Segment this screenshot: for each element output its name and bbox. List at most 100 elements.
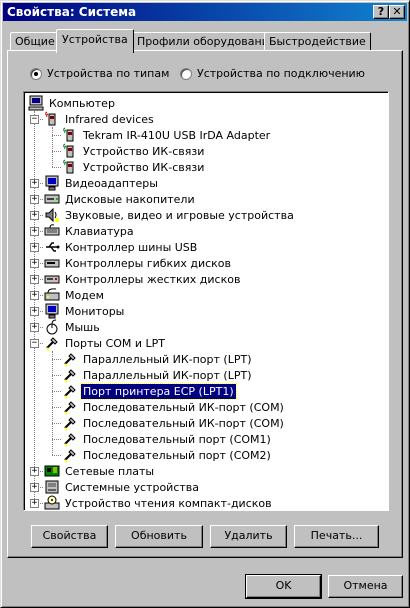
mouse-icon <box>46 319 58 335</box>
tree-connector <box>52 423 61 424</box>
device-category[interactable]: Infrared devices <box>44 111 156 127</box>
device-label: Звуковые, видео и игровые устройства <box>65 208 294 222</box>
device-label: Видеоадаптеры <box>65 176 158 190</box>
title-bar[interactable]: Свойства: Система ? ✕ <box>3 3 407 21</box>
help-button[interactable]: ? <box>373 5 389 19</box>
monitor-icon <box>45 175 59 191</box>
device-label: Tekram IR-410U USB IrDA Adapter <box>83 128 271 142</box>
device-category[interactable]: Контроллеры жестких дисков <box>44 271 242 287</box>
cdrom-icon <box>44 495 60 510</box>
tab-performance[interactable]: Быстродействие <box>264 32 371 51</box>
device-label: Контроллеры гибких дисков <box>65 256 232 270</box>
expand-icon[interactable]: + <box>30 243 39 252</box>
devices-panel: Устройства по типам Устройства по подклю… <box>7 50 403 558</box>
port-icon <box>64 353 76 367</box>
device-category[interactable]: Мышь <box>44 319 102 335</box>
expand-icon[interactable]: + <box>30 195 39 204</box>
device-item[interactable]: Устройство ИК-связи <box>62 159 206 175</box>
device-label: Параллельный ИК-порт (LPT) <box>83 368 252 382</box>
view-by-type-label: Устройства по типам <box>47 67 170 80</box>
expand-icon[interactable]: + <box>30 483 39 492</box>
system-properties-window: Свойства: Система ? ✕ Общие Устройства П… <box>0 0 410 608</box>
expand-icon[interactable]: + <box>30 179 39 188</box>
device-label: Компьютер <box>49 96 115 110</box>
device-label: Устройство чтения компакт-дисков <box>65 496 272 510</box>
device-item[interactable]: Параллельный ИК-порт (LPT) <box>62 351 253 367</box>
tab-hardware-profiles-label: Профили оборудования <box>137 35 276 48</box>
tree-connector <box>52 407 61 408</box>
device-label: Последовательный порт (COM1) <box>83 432 271 446</box>
expand-icon[interactable]: + <box>30 307 39 316</box>
expand-icon[interactable]: + <box>30 259 39 268</box>
ok-button[interactable]: OK <box>245 574 322 599</box>
port-icon <box>64 369 76 383</box>
device-label: Системные устройства <box>65 480 199 494</box>
remove-button[interactable]: Удалить <box>210 525 287 548</box>
tab-devices[interactable]: Устройства <box>56 29 134 53</box>
device-category[interactable]: Устройство чтения компакт-дисков <box>44 495 274 510</box>
device-category[interactable]: Видеоадаптеры <box>44 175 160 191</box>
device-item[interactable]: Последовательный ИК-порт (COM) <box>62 415 286 431</box>
device-item[interactable]: Последовательный ИК-порт (COM) <box>62 399 286 415</box>
device-tree[interactable]: Компьютер Infrared devices − Tekram IR-410U… <box>23 91 389 511</box>
view-by-connection-radio[interactable] <box>180 67 192 80</box>
computer-icon <box>28 95 44 111</box>
device-item[interactable]: Последовательный порт (COM2) <box>62 447 273 463</box>
view-by-connection-option[interactable]: Устройства по подключению <box>180 67 365 80</box>
device-category[interactable]: Клавиатура <box>44 223 136 239</box>
port-icon <box>64 385 76 399</box>
tree-connector <box>52 167 61 168</box>
device-category[interactable]: Модем <box>44 287 106 303</box>
close-button[interactable]: ✕ <box>389 5 405 19</box>
tab-general[interactable]: Общие <box>10 32 60 51</box>
device-label: Дисковые накопители <box>65 192 195 206</box>
expand-icon[interactable]: + <box>30 323 39 332</box>
print-button[interactable]: Печать... <box>294 525 379 548</box>
device-category[interactable]: Звуковые, видео и игровые устройства <box>44 207 296 223</box>
device-category[interactable]: Мониторы <box>44 303 126 319</box>
device-category[interactable]: Системные устройства <box>44 479 201 495</box>
device-label: Устройство ИК-связи <box>83 144 205 158</box>
port-icon <box>46 337 58 351</box>
expand-icon[interactable]: + <box>30 275 39 284</box>
device-item[interactable]: Tekram IR-410U USB IrDA Adapter <box>62 127 272 143</box>
window-title: Свойства: Система <box>7 5 137 19</box>
view-by-type-option[interactable]: Устройства по типам <box>30 67 169 80</box>
device-category[interactable]: Контроллер шины USB <box>44 239 199 255</box>
device-category[interactable]: Порты COM и LPT <box>44 335 167 351</box>
device-label: Мониторы <box>65 304 125 318</box>
device-item[interactable]: Устройство ИК-связи <box>62 143 206 159</box>
view-by-type-radio[interactable] <box>30 67 42 80</box>
device-category[interactable]: Сетевые платы <box>44 463 156 479</box>
device-item[interactable]: Порт принтера ECP (LPT1) <box>62 382 237 400</box>
tree-connector <box>52 151 61 152</box>
port-icon <box>64 433 76 447</box>
expand-icon[interactable]: + <box>30 227 39 236</box>
tree-connector <box>52 359 61 360</box>
device-item[interactable]: Последовательный порт (COM1) <box>62 431 273 447</box>
tree-connector <box>52 135 61 136</box>
tab-hardware-profiles[interactable]: Профили оборудования <box>132 32 281 51</box>
device-category[interactable]: Дисковые накопители <box>44 191 197 207</box>
expand-icon[interactable]: + <box>30 467 39 476</box>
monitor-icon <box>45 303 59 319</box>
properties-button[interactable]: Свойства <box>31 525 108 548</box>
expand-icon[interactable]: + <box>30 499 39 508</box>
refresh-button[interactable]: Обновить <box>115 525 203 548</box>
port-icon <box>64 449 76 463</box>
device-label: Клавиатура <box>65 224 134 238</box>
cancel-button[interactable]: Отмена <box>328 575 403 598</box>
device-item[interactable]: Параллельный ИК-порт (LPT) <box>62 367 253 383</box>
device-label: Порты COM и LPT <box>65 336 166 350</box>
device-category[interactable]: Контроллеры гибких дисков <box>44 255 233 271</box>
device-label: Мышь <box>65 320 100 334</box>
collapse-icon[interactable]: − <box>30 115 39 124</box>
usb-icon <box>46 242 60 252</box>
expand-icon[interactable]: + <box>30 291 39 300</box>
device-label: Последовательный ИК-порт (COM) <box>83 416 284 430</box>
expand-icon[interactable]: + <box>30 211 39 220</box>
tree-root[interactable]: Компьютер <box>28 95 117 111</box>
collapse-icon[interactable]: − <box>30 339 39 348</box>
view-by-connection-label: Устройства по подключению <box>197 67 365 80</box>
keyboard-icon <box>44 224 60 236</box>
